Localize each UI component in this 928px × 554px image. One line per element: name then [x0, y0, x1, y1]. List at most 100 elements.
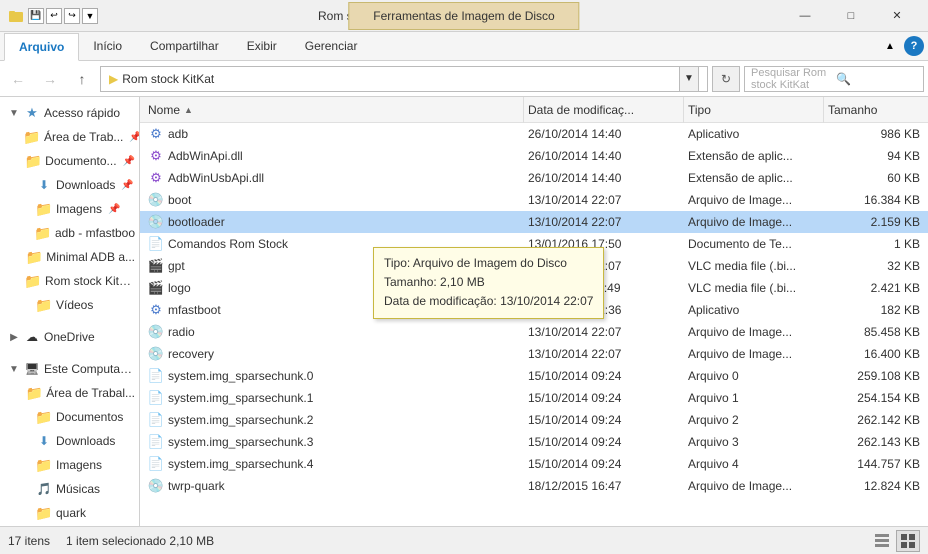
- table-row[interactable]: ⚙ AdbWinUsbApi.dll 26/10/2014 14:40 Exte…: [140, 167, 928, 189]
- search-placeholder: Pesquisar Rom stock KitKat: [751, 67, 832, 91]
- sidebar-item-quick-access-header[interactable]: ▼ ★ Acesso rápido: [0, 101, 139, 125]
- sidebar-item-imagens[interactable]: 📁 Imagens 📌: [0, 197, 139, 221]
- search-icon: 🔍: [836, 72, 917, 86]
- table-row[interactable]: 💿 boot 13/10/2014 22:07 Arquivo de Image…: [140, 189, 928, 211]
- app-title: Ferramentas de Imagem de Disco Rom stock…: [118, 9, 410, 23]
- file-size-cell: 16.400 KB: [824, 347, 924, 361]
- file-size-cell: 986 KB: [824, 127, 924, 141]
- folder-icon-7: 📁: [36, 297, 52, 313]
- file-size-cell: 259.108 KB: [824, 369, 924, 383]
- col-header-tamanho[interactable]: Tamanho: [824, 97, 924, 123]
- file-size-cell: 262.143 KB: [824, 435, 924, 449]
- table-row[interactable]: 📄 system.img_sparsechunk.4 15/10/2014 09…: [140, 453, 928, 475]
- table-row[interactable]: 📄 system.img_sparsechunk.3 15/10/2014 09…: [140, 431, 928, 453]
- details-view-btn[interactable]: [870, 530, 894, 552]
- sidebar-label-videos: Vídeos: [56, 298, 93, 312]
- sidebar-item-videos[interactable]: 📁 Vídeos: [0, 293, 139, 317]
- context-tab-title: Ferramentas de Imagem de Disco: [348, 2, 579, 30]
- table-row[interactable]: 📄 system.img_sparsechunk.1 15/10/2014 09…: [140, 387, 928, 409]
- img-icon: 💿: [148, 192, 164, 208]
- tab-exibir[interactable]: Exibir: [233, 32, 291, 60]
- sidebar-item-videos2[interactable]: 📁 Vídeos: [0, 525, 139, 526]
- expander-icon-od: ▶: [8, 331, 20, 343]
- img-icon: 💿: [148, 324, 164, 340]
- file-date-cell: 26/10/2014 14:40: [524, 127, 684, 141]
- cloud-icon: ☁: [24, 329, 40, 345]
- sidebar-label-area-trab: Área de Trab...: [44, 130, 123, 144]
- sidebar-item-onedrive-header[interactable]: ▶ ☁ OneDrive: [0, 325, 139, 349]
- sidebar-item-minimal-adb[interactable]: 📁 Minimal ADB a...: [0, 245, 139, 269]
- download-folder-icon-2: ⬇: [36, 433, 52, 449]
- help-button[interactable]: ?: [904, 36, 924, 56]
- file-name-cell: 📄 system.img_sparsechunk.2: [144, 412, 524, 428]
- address-dropdown-btn[interactable]: ▼: [679, 66, 699, 92]
- file-name-cell: ⚙ adb: [144, 126, 524, 142]
- sidebar-item-documentos2[interactable]: 📁 Documentos: [0, 405, 139, 429]
- ribbon-expand-btn[interactable]: ▲: [880, 36, 900, 56]
- file-size-cell: 254.154 KB: [824, 391, 924, 405]
- table-row[interactable]: ⚙ AdbWinApi.dll 26/10/2014 14:40 Extensã…: [140, 145, 928, 167]
- undo-tb-btn[interactable]: ↩: [46, 8, 62, 24]
- table-row[interactable]: 💿 radio 13/10/2014 22:07 Arquivo de Imag…: [140, 321, 928, 343]
- file-size-cell: 16.384 KB: [824, 193, 924, 207]
- quick-access-label: Acesso rápido: [44, 106, 120, 120]
- table-row[interactable]: 💿 twrp-quark 18/12/2015 16:47 Arquivo de…: [140, 475, 928, 497]
- sidebar-item-area-trabalho[interactable]: 📁 Área de Trabal...: [0, 381, 139, 405]
- sidebar-item-area-trab[interactable]: 📁 Área de Trab... 📌: [0, 125, 139, 149]
- sidebar-item-downloads2[interactable]: ⬇ Downloads: [0, 429, 139, 453]
- minimize-button[interactable]: —: [782, 0, 828, 32]
- file-date-cell: 13/10/2014 22:07: [524, 215, 684, 229]
- search-box[interactable]: Pesquisar Rom stock KitKat 🔍: [744, 66, 924, 92]
- back-button[interactable]: ←: [4, 65, 32, 93]
- sidebar-item-pc-header[interactable]: ▼ 🖥 Este Computado...: [0, 357, 139, 381]
- exe-icon: ⚙: [148, 126, 164, 142]
- redo-tb-btn[interactable]: ↪: [64, 8, 80, 24]
- table-row[interactable]: 📄 system.img_sparsechunk.0 15/10/2014 09…: [140, 365, 928, 387]
- generic-icon: 📄: [148, 434, 164, 450]
- list-view-btn[interactable]: [896, 530, 920, 552]
- folder-icon-2: 📁: [25, 153, 41, 169]
- col-header-tipo[interactable]: Tipo: [684, 97, 824, 123]
- table-row[interactable]: ⚙ adb 26/10/2014 14:40 Aplicativo 986 KB: [140, 123, 928, 145]
- tab-compartilhar[interactable]: Compartilhar: [136, 32, 233, 60]
- tab-gerenciar[interactable]: Gerenciar: [291, 32, 372, 60]
- forward-button[interactable]: →: [36, 65, 64, 93]
- file-size-cell: 144.757 KB: [824, 457, 924, 471]
- address-path[interactable]: ▶ Rom stock KitKat ▼: [100, 66, 708, 92]
- down-arrow-tb[interactable]: ▼: [82, 8, 98, 24]
- sidebar-item-downloads[interactable]: ⬇ Downloads 📌: [0, 173, 139, 197]
- file-size-cell: 2.421 KB: [824, 281, 924, 295]
- col-header-nome[interactable]: Nome ▲: [144, 97, 524, 123]
- file-type-cell: Aplicativo: [684, 127, 824, 141]
- dll-icon: ⚙: [148, 170, 164, 186]
- tab-inicio[interactable]: Início: [79, 32, 136, 60]
- file-size-cell: 94 KB: [824, 149, 924, 163]
- sidebar-item-musicas[interactable]: 🎵 Músicas: [0, 477, 139, 501]
- file-type-cell: Arquivo de Image...: [684, 479, 824, 493]
- sidebar-label-area-trabalho: Área de Trabal...: [46, 386, 135, 400]
- file-date-cell: 13/10/2014 22:07: [524, 193, 684, 207]
- save-tb-btn[interactable]: 💾: [28, 8, 44, 24]
- table-row[interactable]: 💿 recovery 13/10/2014 22:07 Arquivo de I…: [140, 343, 928, 365]
- sidebar-item-rom-stock[interactable]: 📁 Rom stock KitK...: [0, 269, 139, 293]
- table-row[interactable]: 📄 system.img_sparsechunk.2 15/10/2014 09…: [140, 409, 928, 431]
- up-button[interactable]: ↑: [68, 65, 96, 93]
- sidebar-item-documentos[interactable]: 📁 Documento... 📌: [0, 149, 139, 173]
- sidebar-label-imagens2: Imagens: [56, 458, 102, 472]
- onedrive-section: ▶ ☁ OneDrive: [0, 321, 139, 353]
- maximize-button[interactable]: □: [828, 0, 874, 32]
- refresh-button[interactable]: ↻: [712, 66, 740, 92]
- table-row[interactable]: 💿 bootloader 13/10/2014 22:07 Arquivo de…: [140, 211, 928, 233]
- sidebar-item-quark[interactable]: 📁 quark: [0, 501, 139, 525]
- address-bar: ← → ↑ ▶ Rom stock KitKat ▼ ↻ Pesquisar R…: [0, 61, 928, 97]
- sidebar-item-adb[interactable]: 📁 adb - mfastboo: [0, 221, 139, 245]
- file-list: Nome ▲ Data de modificaç... Tipo Tamanho…: [140, 97, 928, 526]
- sidebar-item-imagens2[interactable]: 📁 Imagens: [0, 453, 139, 477]
- ribbon: Arquivo Início Compartilhar Exibir Geren…: [0, 32, 928, 61]
- img-icon: 💿: [148, 214, 164, 230]
- tab-arquivo[interactable]: Arquivo: [4, 33, 79, 61]
- close-button[interactable]: ✕: [874, 0, 920, 32]
- col-header-data[interactable]: Data de modificaç...: [524, 97, 684, 123]
- dll-icon: ⚙: [148, 148, 164, 164]
- file-date-cell: 26/10/2014 14:40: [524, 149, 684, 163]
